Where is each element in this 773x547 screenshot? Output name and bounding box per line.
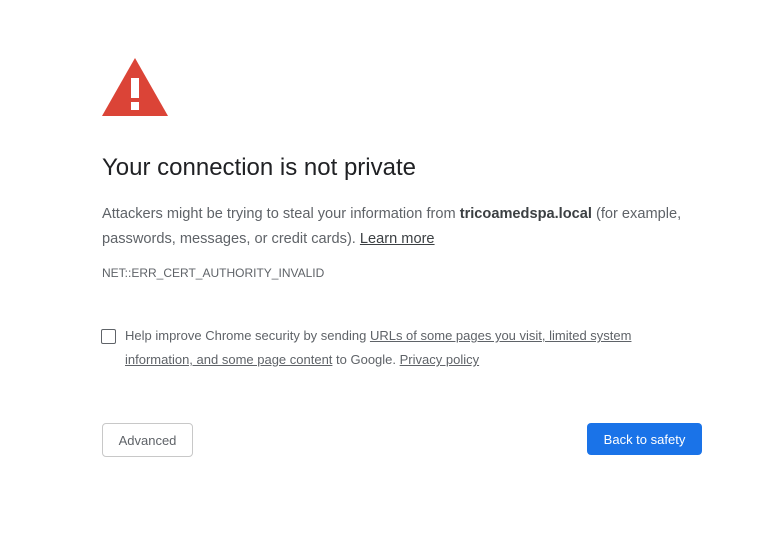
error-code: NET::ERR_CERT_AUTHORITY_INVALID: [102, 266, 325, 280]
interstitial-page: Your connection is not private Attackers…: [0, 0, 773, 547]
learn-more-link[interactable]: Learn more: [360, 231, 435, 247]
optin-checkbox[interactable]: [101, 329, 116, 344]
page-title: Your connection is not private: [102, 154, 416, 181]
back-to-safety-button[interactable]: Back to safety: [587, 423, 702, 455]
main-message: Attackers might be trying to steal your …: [102, 202, 712, 252]
warning-triangle-icon: [102, 58, 168, 116]
privacy-policy-link[interactable]: Privacy policy: [400, 352, 479, 367]
message-prefix: Attackers might be trying to steal your …: [102, 206, 460, 222]
advanced-button[interactable]: Advanced: [102, 423, 193, 457]
optin-text: Help improve Chrome security by sending …: [125, 324, 665, 372]
host-name: tricoamedspa.local: [459, 206, 592, 222]
optin-middle: to Google.: [332, 352, 400, 367]
optin-prefix: Help improve Chrome security by sending: [125, 328, 370, 343]
